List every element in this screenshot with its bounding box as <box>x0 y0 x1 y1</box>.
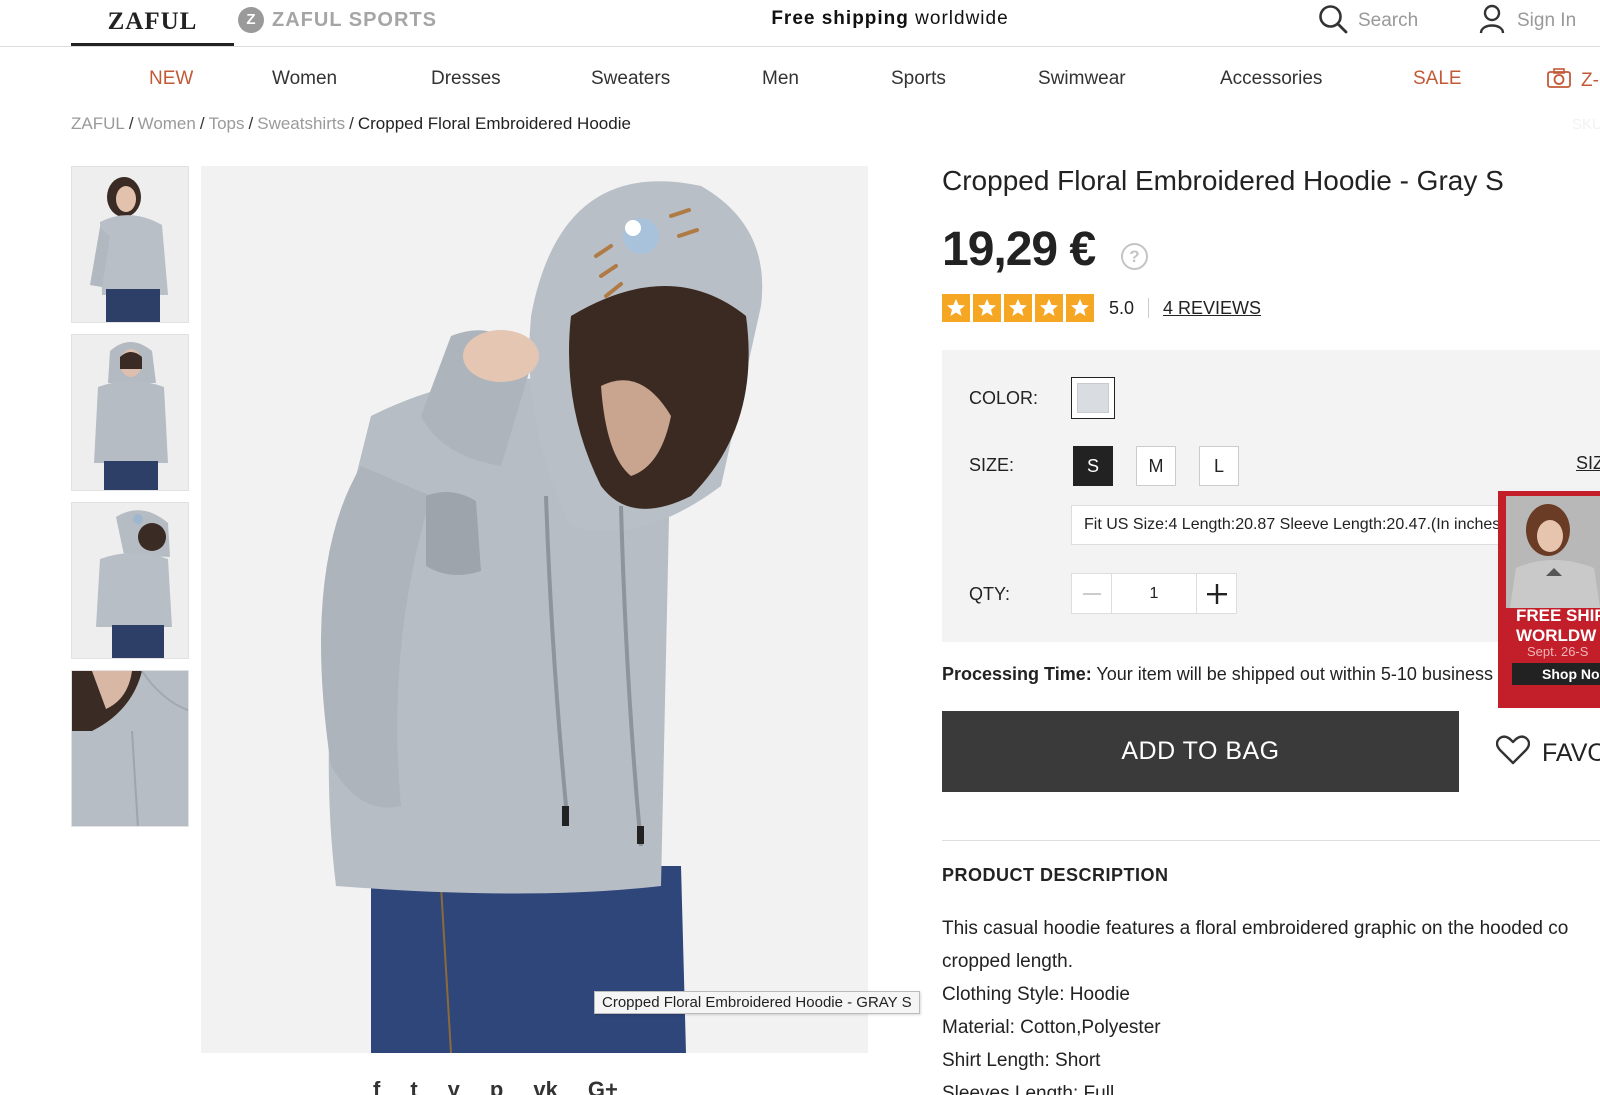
sign-in-label: Sign In <box>1517 10 1577 31</box>
size-guide-link[interactable]: SIZ <box>1576 453 1600 474</box>
description-line: Clothing Style: Hoodie <box>942 984 1130 1005</box>
qty-increase-button[interactable] <box>1196 574 1236 613</box>
product-price: 19,29 € <box>942 223 1096 276</box>
qty-decrease-button[interactable] <box>1072 574 1112 613</box>
nav-item-swimwear[interactable]: Swimwear <box>1038 68 1126 90</box>
add-to-bag-button[interactable]: ADD TO BAG <box>942 711 1459 792</box>
search-input[interactable]: Search <box>1358 10 1418 32</box>
nav-item-sweaters[interactable]: Sweaters <box>591 68 670 90</box>
promo-shop-now-button[interactable]: Shop No <box>1512 663 1600 685</box>
breadcrumb-sweatshirts[interactable]: Sweatshirts <box>257 114 345 133</box>
nav-item-new[interactable]: NEW <box>149 68 193 90</box>
description-line: Material: Cotton,Polyester <box>942 1017 1161 1038</box>
promo-line-2: WORLDW <box>1516 626 1597 645</box>
thumbnail-2[interactable] <box>71 334 189 491</box>
color-label: COLOR: <box>969 388 1039 408</box>
pinterest-icon[interactable]: p <box>490 1077 503 1095</box>
description-line: cropped length. <box>942 951 1073 972</box>
breadcrumb-tops[interactable]: Tops <box>209 114 245 133</box>
shipping-banner: Free shipping worldwide <box>700 8 1080 30</box>
sign-in-link[interactable]: Sign In <box>1479 4 1576 38</box>
processing-time: Processing Time: Your item will be shipp… <box>942 664 1502 685</box>
shipping-banner-rest: worldwide <box>908 8 1009 29</box>
description-heading: PRODUCT DESCRIPTION <box>942 865 1169 885</box>
search-box[interactable]: Search <box>1318 4 1418 38</box>
nav-item-dresses[interactable]: Dresses <box>431 68 501 90</box>
breadcrumb: ZAFUL / Women / Tops / Sweatshirts / Cropped Flo… <box>71 114 631 133</box>
thumbnail-1[interactable] <box>71 166 189 323</box>
star-icon <box>1004 294 1032 322</box>
vk-icon[interactable]: vk <box>533 1077 557 1095</box>
promo-photo <box>1506 496 1600 608</box>
quantity-stepper: 1 <box>1071 573 1237 614</box>
nav-item-sale[interactable]: SALE <box>1413 68 1462 90</box>
shipping-banner-bold: Free shipping <box>771 8 909 29</box>
size-option-l[interactable]: L <box>1199 446 1239 486</box>
nav-item-zme-label: Z- <box>1581 70 1599 91</box>
size-label: SIZE: <box>969 455 1015 475</box>
nav-item-women[interactable]: Women <box>272 68 337 90</box>
zaful-sports-label: ZAFUL SPORTS <box>272 8 437 31</box>
section-divider <box>942 840 1600 841</box>
promo-date: Sept. 26-S <box>1527 644 1589 659</box>
rating-divider <box>1148 298 1150 318</box>
heart-icon <box>1495 735 1531 772</box>
rating-value: 5.0 <box>1109 297 1135 318</box>
promo-headline: FREE SHIP WORLDW <box>1516 606 1600 646</box>
main-product-image[interactable] <box>201 166 868 1053</box>
description-line: This casual hoodie features a floral emb… <box>942 918 1569 939</box>
twitter-icon[interactable]: y <box>448 1077 460 1095</box>
sku-label: SKU <box>1572 116 1600 133</box>
star-icon <box>1035 294 1063 322</box>
star-icon <box>942 294 970 322</box>
star-icon <box>973 294 1001 322</box>
user-icon <box>1479 4 1505 39</box>
nav-item-accessories[interactable]: Accessories <box>1220 68 1322 90</box>
reviews-link[interactable]: 4 REVIEWS <box>1163 298 1261 319</box>
zaful-sports-link[interactable]: Z ZAFUL SPORTS <box>238 6 437 34</box>
nav-item-zme[interactable]: Z- <box>1547 68 1599 94</box>
price-help-icon[interactable]: ? <box>1121 243 1148 270</box>
product-title: Cropped Floral Embroidered Hoodie - Gray… <box>942 165 1504 196</box>
share-icons: f t y p vk G+ <box>373 1077 618 1095</box>
breadcrumb-zaful[interactable]: ZAFUL <box>71 114 125 133</box>
promo-banner[interactable]: FREE SHIP WORLDW Sept. 26-S Shop No <box>1498 491 1600 708</box>
rating-stars <box>942 294 1097 322</box>
nav-item-men[interactable]: Men <box>762 68 799 90</box>
processing-time-label: Processing Time: <box>942 664 1092 684</box>
thumbnail-4[interactable] <box>71 670 189 827</box>
color-swatch-gray[interactable] <box>1071 377 1115 419</box>
description-body: This casual hoodie features a floral emb… <box>942 912 1600 1095</box>
zaful-logo[interactable]: ZAFUL <box>71 0 234 46</box>
image-tooltip: Cropped Floral Embroidered Hoodie - GRAY… <box>594 991 920 1014</box>
tumblr-icon[interactable]: t <box>410 1077 417 1095</box>
favorite-button[interactable]: FAVO <box>1495 735 1600 772</box>
size-option-s[interactable]: S <box>1073 446 1113 486</box>
breadcrumb-current: Cropped Floral Embroidered Hoodie <box>357 114 631 133</box>
qty-input[interactable]: 1 <box>1112 574 1196 613</box>
thumbnail-3[interactable] <box>71 502 189 659</box>
favorite-label: FAVO <box>1542 739 1600 767</box>
size-option-m[interactable]: M <box>1136 446 1176 486</box>
processing-time-text: Your item will be shipped out within 5-1… <box>1091 664 1502 684</box>
star-icon <box>1066 294 1094 322</box>
promo-line-1: FREE SHIP <box>1516 606 1600 625</box>
breadcrumb-women[interactable]: Women <box>138 114 196 133</box>
nav-item-sports[interactable]: Sports <box>891 68 946 90</box>
main-nav: NEW Women Dresses Sweaters Men Sports Sw… <box>0 60 1600 102</box>
search-icon[interactable] <box>1318 4 1348 39</box>
product-rating: 5.0 4 REVIEWS <box>942 294 1261 322</box>
facebook-icon[interactable]: f <box>373 1077 380 1095</box>
google-plus-icon[interactable]: G+ <box>588 1077 618 1095</box>
description-line: Shirt Length: Short <box>942 1050 1101 1071</box>
qty-label: QTY: <box>969 584 1011 604</box>
top-bar: ZAFUL Z ZAFUL SPORTS Free shipping world… <box>0 0 1600 47</box>
zaful-sports-icon: Z <box>238 7 264 33</box>
description-line: Sleeves Length: Full <box>942 1083 1115 1095</box>
camera-icon <box>1547 68 1571 94</box>
